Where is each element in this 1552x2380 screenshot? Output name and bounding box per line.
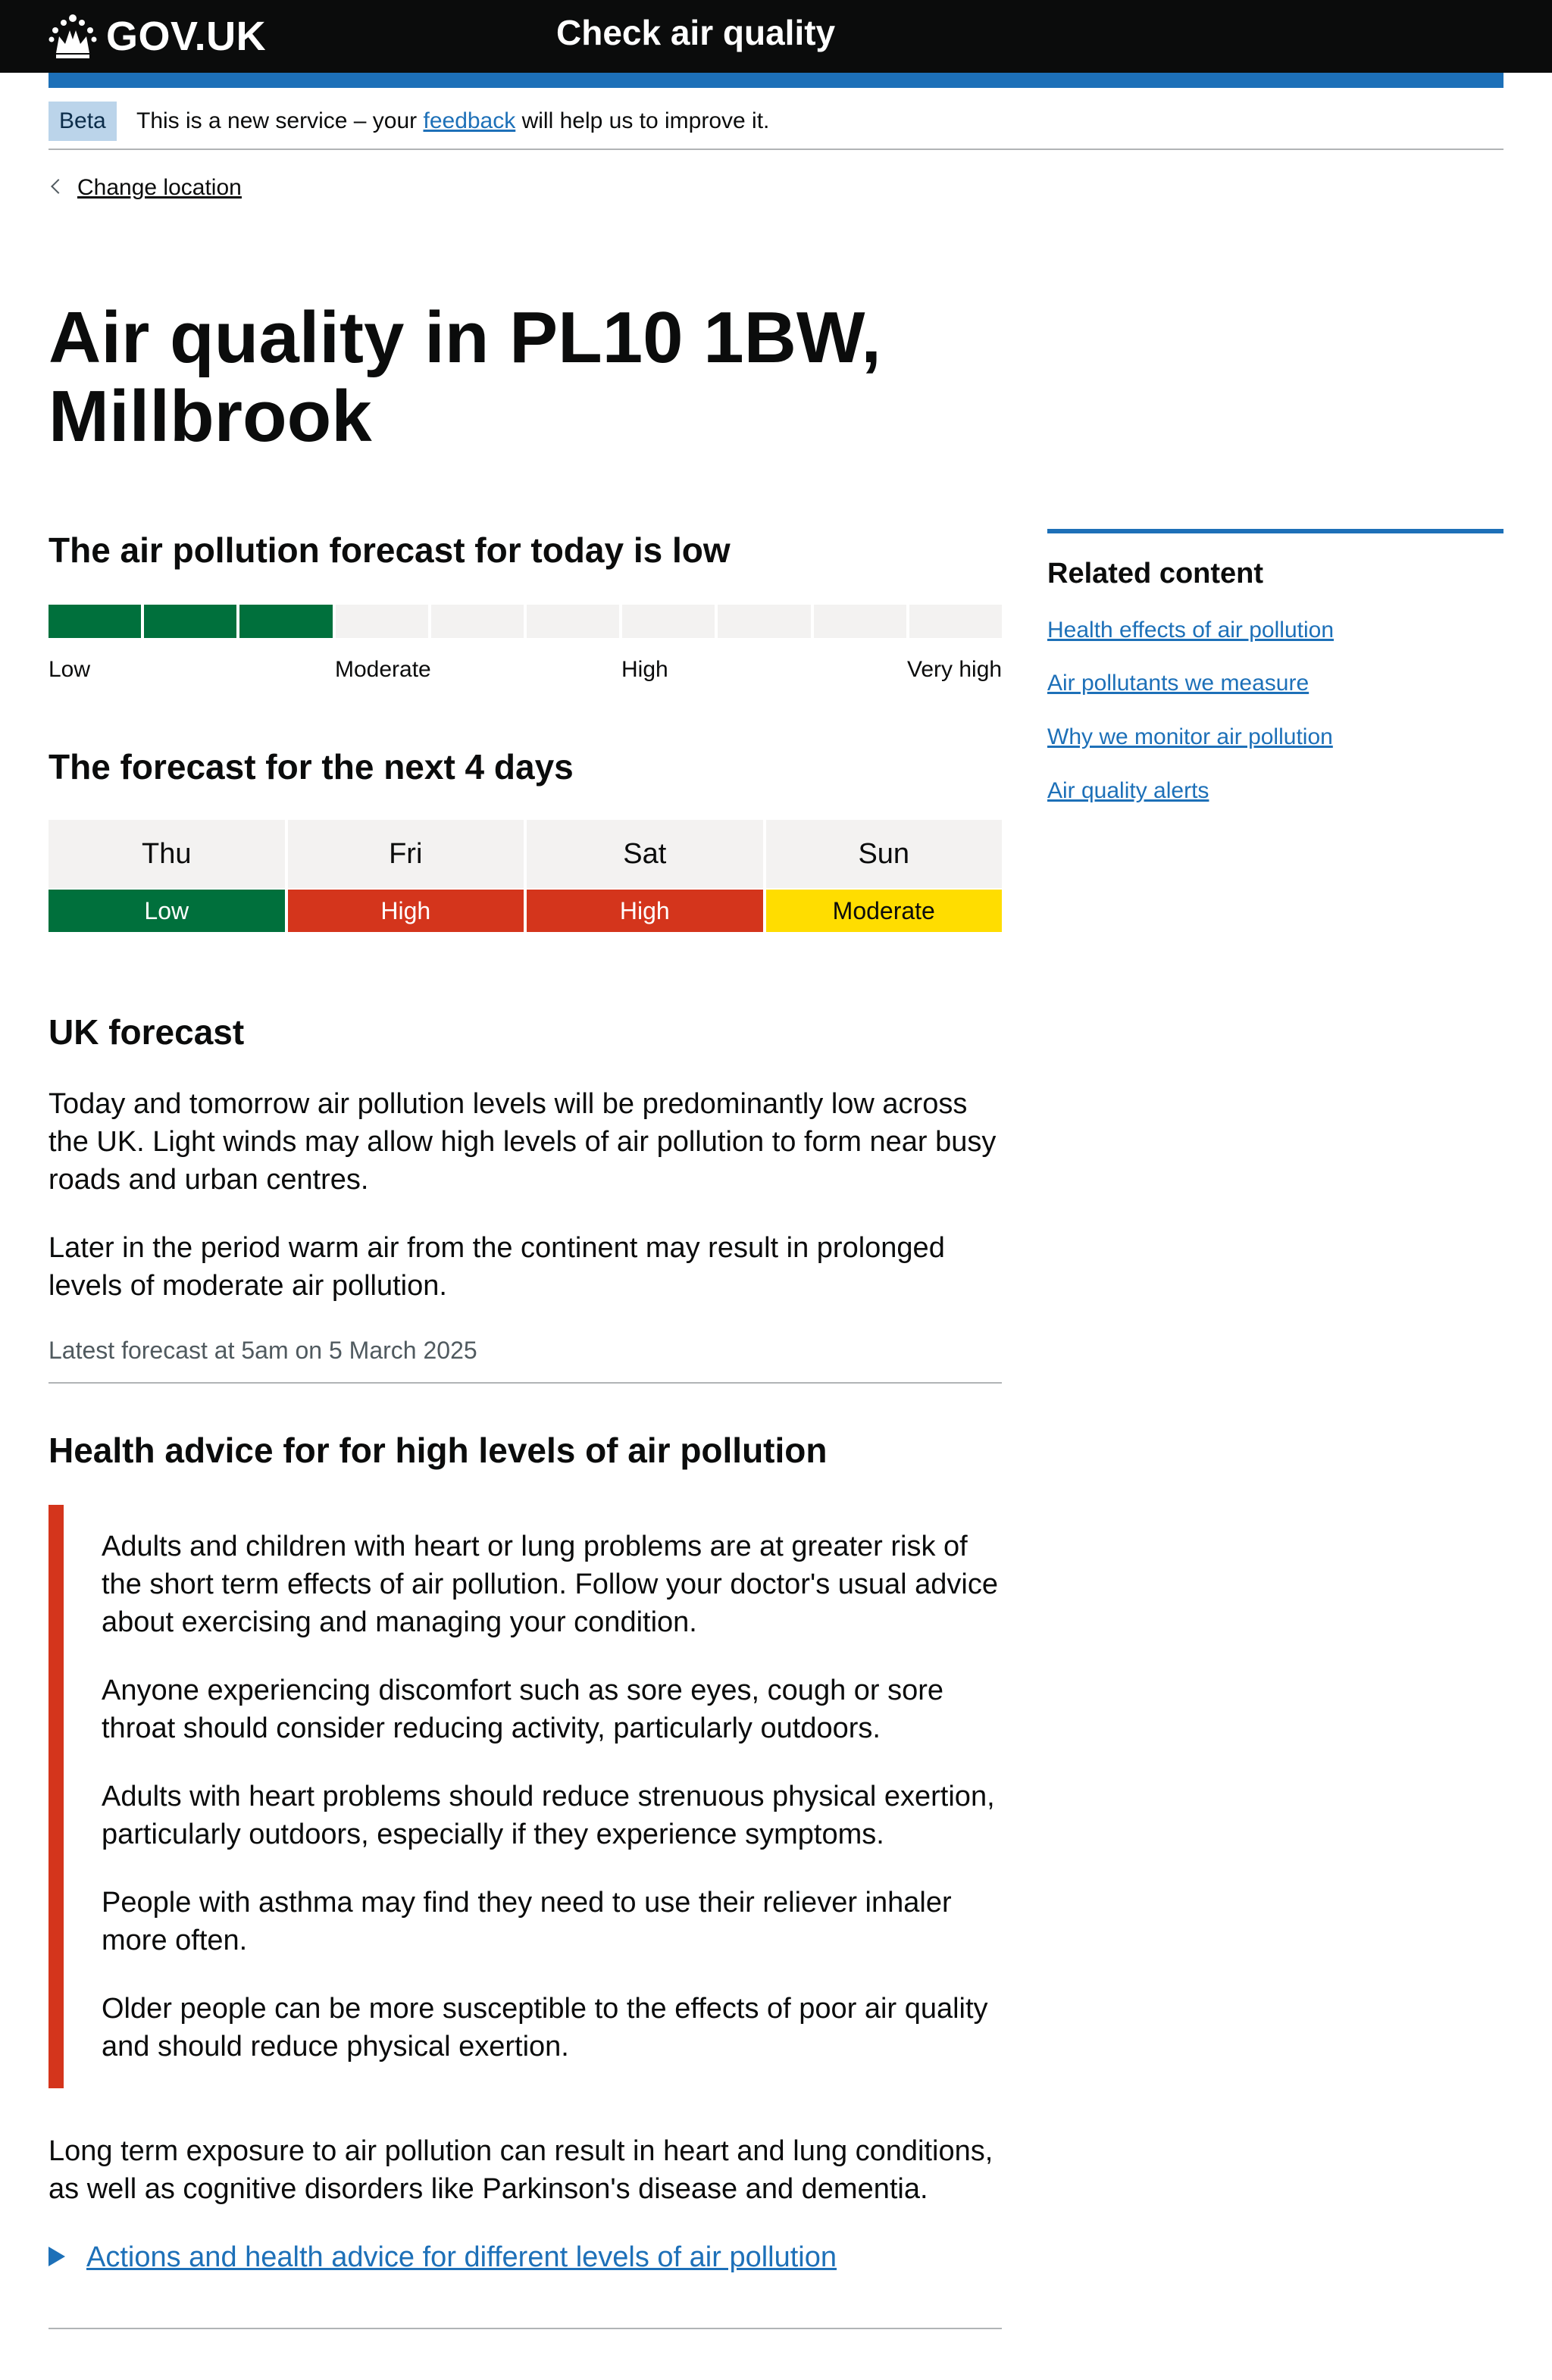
health-advice-heading: Health advice for for high levels of air…: [48, 1431, 828, 1470]
pollution-level-meter: [48, 605, 1003, 638]
crown-icon: [48, 14, 97, 58]
forecast-day-level: High: [527, 890, 763, 932]
feedback-link[interactable]: feedback: [423, 108, 515, 133]
related-content-title: Related content: [1047, 558, 1264, 590]
triangle-right-icon: [48, 2246, 65, 2266]
meter-segment: [144, 605, 237, 638]
long-term-exposure-text: Long term exposure to air pollution can …: [48, 2135, 993, 2205]
phase-banner-text: This is a new service – your feedback wi…: [136, 106, 769, 136]
section-divider: [48, 1382, 1002, 1384]
meter-label-low: Low: [48, 657, 91, 682]
uk-forecast-paragraph: Today and tomorrow air pollution levels …: [48, 1088, 997, 1196]
uk-forecast-paragraph: Later in the period warm air from the co…: [48, 1232, 945, 1302]
meter-segment: [430, 605, 524, 638]
govuk-logo-link[interactable]: GOV.UK: [48, 8, 266, 65]
health-advice-item: Adults and children with heart or lung p…: [102, 1531, 999, 1638]
beta-tag: Beta: [48, 102, 117, 141]
related-link-alerts[interactable]: Air quality alerts: [1047, 776, 1209, 806]
forecast-day-level: Low: [48, 890, 285, 932]
forecast-day: Fri High: [287, 820, 524, 932]
phase-text-before: This is a new service – your: [136, 108, 424, 133]
health-advice-inset: Adults and children with heart or lung p…: [48, 1505, 1002, 2088]
meter-segment: [813, 605, 906, 638]
phase-text-after: will help us to improve it.: [515, 108, 770, 133]
forecast-updated-time: Latest forecast at 5am on 5 March 2025: [48, 1337, 477, 1364]
today-forecast-heading: The air pollution forecast for today is …: [48, 530, 731, 570]
related-link-health-effects[interactable]: Health effects of air pollution: [1047, 615, 1334, 646]
service-name[interactable]: Check air quality: [556, 12, 835, 53]
health-advice-item: Older people can be more susceptible to …: [102, 1993, 988, 2063]
meter-segment: [335, 605, 428, 638]
related-link-why-monitor[interactable]: Why we monitor air pollution: [1047, 722, 1333, 752]
meter-segment: [48, 605, 142, 638]
header-accent-bar: [48, 73, 1504, 88]
govuk-logo-text: GOV.UK: [106, 14, 267, 59]
related-link-pollutants[interactable]: Air pollutants we measure: [1047, 668, 1309, 699]
forecast-day: Sat High: [527, 820, 763, 932]
forecast-day-name: Fri: [287, 820, 524, 888]
forecast-day-name: Sun: [765, 820, 1002, 888]
change-location-back-link[interactable]: Change location: [48, 173, 242, 203]
meter-label-high: High: [621, 657, 668, 682]
meter-segment: [909, 605, 1003, 638]
forecast-day-level: High: [287, 890, 524, 932]
related-content-top-border: [1047, 529, 1504, 533]
phase-banner: Beta This is a new service – your feedba…: [48, 99, 1504, 150]
chevron-left-icon: [51, 179, 66, 194]
forecast-day-name: Thu: [48, 820, 285, 888]
health-advice-item: Adults with heart problems should reduce…: [102, 1781, 995, 1850]
section-divider: [48, 2328, 1002, 2329]
health-advice-item: People with asthma may find they need to…: [102, 1887, 952, 1956]
meter-label-very-high: Very high: [907, 657, 1003, 682]
forecast-day-name: Sat: [527, 820, 763, 888]
forecast-day: Sun Moderate: [765, 820, 1002, 932]
meter-segment: [239, 605, 333, 638]
back-link-label: Change location: [77, 175, 242, 200]
meter-segment: [527, 605, 620, 638]
page-title: Air quality in PL10 1BW, Millbrook: [48, 297, 881, 457]
uk-forecast-heading: UK forecast: [48, 1012, 245, 1052]
four-day-forecast-heading: The forecast for the next 4 days: [48, 747, 574, 787]
forecast-day-level: Moderate: [765, 890, 1002, 932]
forecast-day: Thu Low: [48, 820, 285, 932]
site-header: GOV.UK Check air quality: [0, 0, 1552, 73]
health-advice-details-toggle[interactable]: Actions and health advice for different …: [48, 2238, 837, 2276]
details-summary-link[interactable]: Actions and health advice for different …: [86, 2241, 837, 2273]
health-advice-item: Anyone experiencing discomfort such as s…: [102, 1675, 944, 1744]
meter-segment: [718, 605, 811, 638]
meter-segment: [622, 605, 715, 638]
meter-label-moderate: Moderate: [335, 657, 431, 682]
four-day-forecast-table: Thu Low Fri High Sat High Sun Moderate: [48, 820, 1002, 932]
